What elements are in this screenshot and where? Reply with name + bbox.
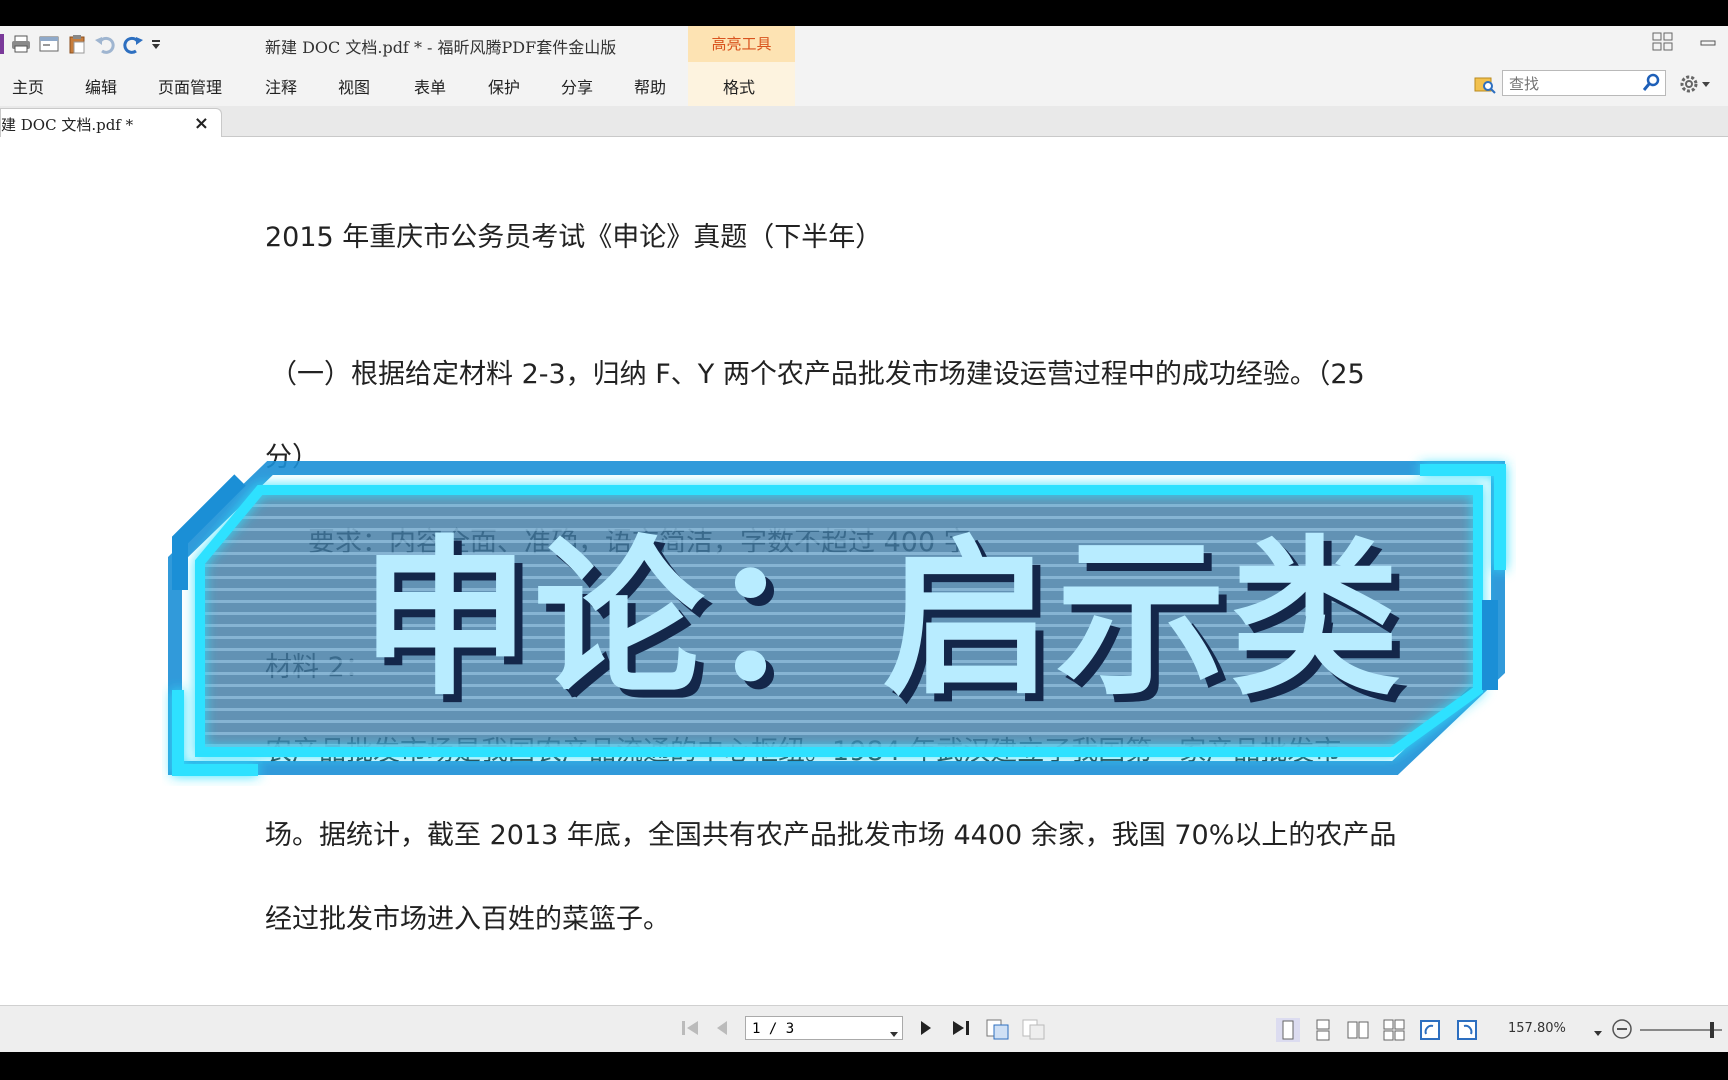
document-tab-label: 建 DOC 文档.pdf *: [1, 116, 134, 134]
question-1-line-2: 分）: [265, 442, 319, 473]
bottom-black-bar: [0, 1052, 1728, 1080]
last-page-icon[interactable]: [950, 1018, 972, 1042]
context-tab-highlight-tools[interactable]: 高亮工具: [688, 26, 795, 62]
continuous-view-icon[interactable]: [1312, 1018, 1334, 1046]
document-title: 2015 年重庆市公务员考试《申论》真题（下半年）: [265, 222, 883, 253]
rotate-left-icon[interactable]: [1418, 1018, 1442, 1046]
window-icon[interactable]: [38, 33, 60, 55]
customize-dropdown-icon[interactable]: [150, 33, 162, 55]
previous-view-icon[interactable]: [986, 1018, 1010, 1044]
next-page-icon[interactable]: [918, 1018, 934, 1042]
search-icon[interactable]: [1642, 73, 1661, 95]
next-view-icon[interactable]: [1022, 1018, 1046, 1044]
menu-format[interactable]: 格式: [723, 74, 755, 98]
minimize-icon[interactable]: [1698, 32, 1718, 56]
single-page-view-icon[interactable]: [1276, 1018, 1300, 1046]
menu-help[interactable]: 帮助: [634, 74, 666, 98]
paragraph-line-2: 场。据统计，截至 2013 年底，全国共有农产品批发市场 4400 余家，我国 …: [265, 820, 1397, 851]
window-controls: [1652, 32, 1718, 56]
continuous-facing-view-icon[interactable]: [1382, 1018, 1406, 1046]
menu-view[interactable]: 视图: [338, 74, 370, 98]
zoom-level[interactable]: 157.80%: [1508, 1021, 1566, 1036]
menu-form[interactable]: 表单: [414, 74, 446, 98]
redo-icon[interactable]: [122, 33, 144, 55]
search-input[interactable]: [1507, 72, 1631, 96]
document-tab[interactable]: 建 DOC 文档.pdf * ×: [0, 108, 222, 137]
menu-page-management[interactable]: 页面管理: [158, 74, 222, 98]
material-heading: 材料 2：: [265, 652, 372, 683]
title-bar: 新建 DOC 文档.pdf * - 福昕风腾PDF套件金山版 高亮工具: [0, 26, 1728, 62]
settings-gear-icon[interactable]: [1678, 73, 1712, 99]
paste-icon[interactable]: [66, 33, 88, 55]
page-number-box[interactable]: [745, 1016, 903, 1040]
print-icon[interactable]: [10, 33, 32, 55]
page-dropdown-icon[interactable]: [890, 1023, 898, 1042]
document-page: 2015 年重庆市公务员考试《申论》真题（下半年） （一）根据给定材料 2-3，…: [0, 137, 1728, 1005]
menu-protect[interactable]: 保护: [488, 74, 520, 98]
zoom-slider-thumb[interactable]: [1710, 1022, 1714, 1038]
menu-share[interactable]: 分享: [561, 74, 593, 98]
zoom-dropdown-icon[interactable]: [1594, 1022, 1602, 1041]
menu-edit[interactable]: 编辑: [85, 74, 117, 98]
page-number-input[interactable]: [750, 1018, 874, 1040]
close-tab-icon[interactable]: ×: [194, 113, 209, 134]
requirement-text: 要求：内容全面、准确，语言简洁，字数不超过 400 字。: [308, 527, 998, 558]
pdf-reader-window: 新建 DOC 文档.pdf * - 福昕风腾PDF套件金山版 高亮工具 主页 编…: [0, 26, 1728, 1053]
ribbon-menu-bar: 主页 编辑 页面管理 注释 视图 表单 保护 分享 帮助 格式: [0, 62, 1728, 107]
paragraph-line-1: 农产品批发市场是我国农产品流通的中心枢纽。1984 年武汉建立了我国第一家产品批…: [265, 736, 1342, 767]
rotate-right-icon[interactable]: [1455, 1018, 1479, 1046]
previous-page-icon[interactable]: [714, 1018, 730, 1042]
first-page-icon[interactable]: [680, 1018, 702, 1042]
find-folder-icon[interactable]: [1474, 74, 1496, 98]
menu-comment[interactable]: 注释: [265, 74, 297, 98]
app-icon-edge: [0, 34, 4, 54]
status-bar: 157.80%: [0, 1005, 1728, 1053]
search-box[interactable]: [1502, 70, 1666, 96]
document-tab-strip: 建 DOC 文档.pdf * ×: [0, 106, 1728, 137]
menu-home[interactable]: 主页: [12, 74, 44, 98]
window-title: 新建 DOC 文档.pdf * - 福昕风腾PDF套件金山版: [265, 38, 617, 57]
undo-icon[interactable]: [94, 33, 116, 55]
paragraph-line-3: 经过批发市场进入百姓的菜篮子。: [265, 904, 670, 935]
question-1-line-1: （一）根据给定材料 2-3，归纳 F、Y 两个农产品批发市场建设运营过程中的成功…: [270, 359, 1365, 390]
zoom-out-icon[interactable]: [1611, 1018, 1633, 1044]
top-black-bar: [0, 0, 1728, 26]
quick-access-toolbar: [0, 32, 162, 56]
facing-view-icon[interactable]: [1346, 1018, 1370, 1046]
layout-grid-icon[interactable]: [1652, 32, 1674, 56]
